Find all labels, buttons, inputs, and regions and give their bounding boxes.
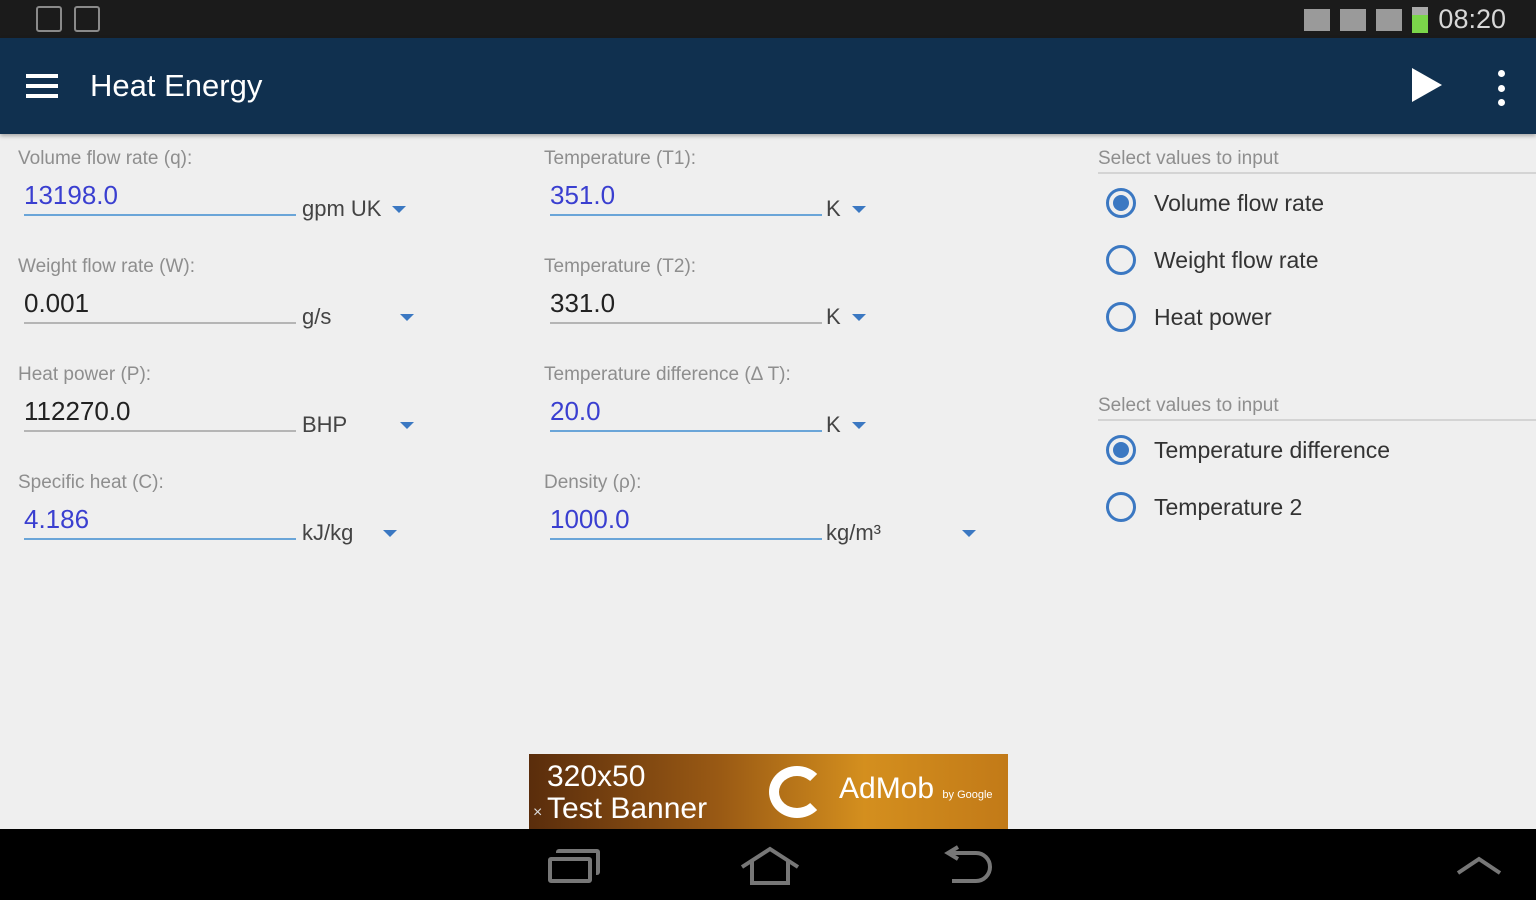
input-underline [550, 214, 822, 216]
chevron-down-icon[interactable] [383, 530, 397, 537]
ad-banner[interactable]: 320x50 Test Banner × AdMob by Google [529, 754, 1008, 829]
input-underline [24, 214, 296, 216]
ad-brand-name: AdMob [839, 772, 935, 805]
chevron-down-icon[interactable] [400, 422, 414, 429]
field-label: Density (ρ): [544, 472, 642, 493]
radio-unselected-icon [1106, 492, 1136, 522]
weight-flow-unit-select[interactable]: g/s [302, 304, 331, 330]
radio-selected-icon [1106, 188, 1136, 218]
notification-icons [36, 6, 100, 32]
app-bar: Heat Energy [0, 38, 1536, 134]
temperature-t2-input[interactable]: 331.0 [550, 288, 615, 319]
radio-label: Volume flow rate [1154, 189, 1325, 216]
group-label-flow: Select values to input [1098, 148, 1279, 169]
admob-logo-icon [769, 766, 825, 818]
ad-brand: AdMob by Google [839, 772, 993, 806]
gallery-notification-icon [36, 6, 62, 32]
chevron-down-icon[interactable] [962, 530, 976, 537]
input-underline [24, 538, 296, 540]
status-bar: 08:20 [0, 0, 1536, 38]
radio-volume-flow-rate[interactable]: Volume flow rate [1106, 188, 1324, 218]
volume-flow-input[interactable]: 13198.0 [24, 180, 118, 211]
radio-unselected-icon [1106, 302, 1136, 332]
chevron-up-icon[interactable] [1454, 845, 1510, 885]
density-unit-select[interactable]: kg/m³ [826, 520, 881, 546]
input-underline [550, 430, 822, 432]
chevron-down-icon[interactable] [852, 314, 866, 321]
ad-title-text: Test Banner [547, 792, 708, 825]
battery-icon [1412, 6, 1429, 33]
weight-flow-input[interactable]: 0.001 [24, 288, 89, 319]
field-label: Temperature (T1): [544, 148, 697, 169]
radio-heat-power[interactable]: Heat power [1106, 302, 1272, 332]
ad-size-text: 320x50 [547, 760, 646, 793]
overflow-menu-icon[interactable] [1496, 70, 1506, 106]
divider [1098, 419, 1536, 421]
status-time: 08:20 [1438, 4, 1506, 34]
heat-power-input[interactable]: 112270.0 [24, 396, 131, 427]
chevron-down-icon[interactable] [400, 314, 414, 321]
ad-brand-small: by Google [942, 789, 993, 801]
field-label: Volume flow rate (q): [18, 148, 193, 169]
file-notification-icon [74, 6, 100, 32]
input-underline [24, 430, 296, 432]
radio-label: Heat power [1154, 303, 1272, 330]
specific-heat-unit-select[interactable]: kJ/kg [302, 520, 353, 546]
temperature-t2-unit-select[interactable]: K [826, 304, 841, 330]
volume-flow-unit-select[interactable]: gpm UK [302, 196, 381, 222]
temperature-t1-unit-select[interactable]: K [826, 196, 841, 222]
chevron-down-icon[interactable] [852, 206, 866, 213]
temperature-difference-input[interactable]: 20.0 [550, 396, 601, 427]
status-right: 08:20 [1304, 4, 1506, 35]
close-icon[interactable]: × [533, 804, 542, 822]
temperature-difference-unit-select[interactable]: K [826, 412, 841, 438]
input-underline [24, 322, 296, 324]
home-icon[interactable] [740, 845, 800, 885]
field-label: Heat power (P): [18, 364, 152, 385]
play-icon[interactable] [1412, 68, 1442, 102]
specific-heat-input[interactable]: 4.186 [24, 504, 89, 535]
radio-weight-flow-rate[interactable]: Weight flow rate [1106, 245, 1318, 275]
divider [1098, 172, 1536, 174]
radio-temperature-difference[interactable]: Temperature difference [1106, 435, 1390, 465]
radio-unselected-icon [1106, 245, 1136, 275]
recent-apps-icon[interactable] [546, 845, 602, 885]
back-icon[interactable] [938, 845, 994, 885]
mute-icon [1304, 8, 1331, 31]
radio-temperature-2[interactable]: Temperature 2 [1106, 492, 1302, 522]
radio-selected-icon [1106, 435, 1136, 465]
input-underline [550, 538, 822, 540]
heat-power-unit-select[interactable]: BHP [302, 412, 347, 438]
field-label: Temperature (T2): [544, 256, 697, 277]
field-label: Temperature difference (Δ T): [544, 364, 791, 385]
radio-label: Temperature 2 [1154, 493, 1303, 520]
wifi-icon [1340, 8, 1367, 31]
signal-icon [1376, 8, 1403, 31]
group-label-temperature: Select values to input [1098, 395, 1279, 416]
input-underline [550, 322, 822, 324]
menu-icon[interactable] [26, 74, 58, 98]
radio-label: Temperature difference [1154, 436, 1391, 463]
temperature-t1-input[interactable]: 351.0 [550, 180, 615, 211]
system-nav-bar [0, 829, 1536, 900]
field-label: Specific heat (C): [18, 472, 164, 493]
radio-label: Weight flow rate [1154, 246, 1319, 273]
density-input[interactable]: 1000.0 [550, 504, 630, 535]
field-label: Weight flow rate (W): [18, 256, 196, 277]
chevron-down-icon[interactable] [852, 422, 866, 429]
chevron-down-icon[interactable] [392, 206, 406, 213]
app-title: Heat Energy [90, 68, 263, 103]
